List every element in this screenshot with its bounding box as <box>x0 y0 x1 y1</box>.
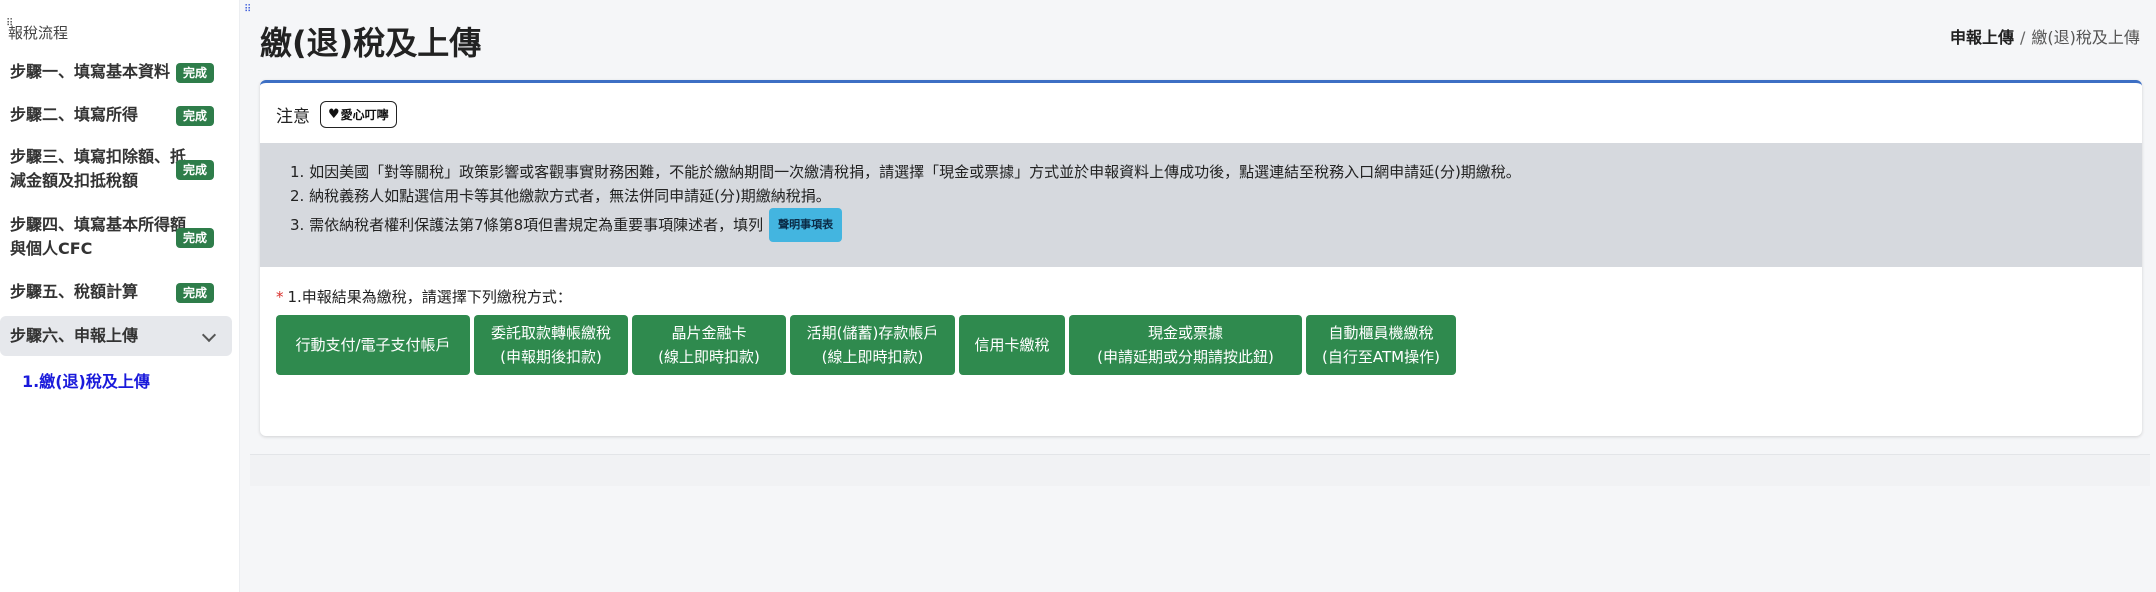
breadcrumb: 申報上傳 / 繳(退)稅及上傳 <box>1950 24 2140 48</box>
declaration-form-button[interactable]: 聲明事項表 <box>769 208 843 242</box>
button-label: 自動櫃員機繳稅 <box>1328 324 1434 342</box>
bank-transfer-button[interactable]: 委託取款轉帳繳稅 (申報期後扣款) <box>474 315 628 375</box>
breadcrumb-link-upload[interactable]: 申報上傳 <box>1950 28 2014 47</box>
payment-card: 注意 ♥ 愛心叮嚀 1. 如因美國「對等關稅」政策影響或客觀事實財務困難，不能於… <box>260 80 2142 436</box>
grip-icon[interactable]: ⠿ <box>244 4 251 15</box>
reminder-tag: ♥ 愛心叮嚀 <box>320 100 397 128</box>
notice-title: 注意 <box>276 106 310 127</box>
notice-line-3-text: 3. 需依納稅者權利保護法第7條第8項但書規定為重要事項陳述者，填列 <box>290 216 764 234</box>
question-text: 1.申報結果為繳稅，請選擇下列繳稅方式： <box>287 288 572 306</box>
breadcrumb-separator: / <box>2020 28 2026 47</box>
button-sublabel: (線上即時扣款) <box>658 348 760 366</box>
page-title: 繳(退)稅及上傳 <box>260 24 482 62</box>
button-sublabel: (自行至ATM操作) <box>1322 348 1440 366</box>
button-label: 活期(儲蓄)存款帳戶 <box>806 324 939 342</box>
notice-header: 注意 ♥ 愛心叮嚀 <box>276 99 397 129</box>
button-label: 行動支付/電子支付帳戶 <box>295 336 451 354</box>
button-sublabel: (申報期後扣款) <box>500 348 602 366</box>
deposit-account-button[interactable]: 活期(儲蓄)存款帳戶 (線上即時扣款) <box>790 315 955 375</box>
button-label: 現金或票據 <box>1147 324 1223 342</box>
notice-box: 1. 如因美國「對等關稅」政策影響或客觀事實財務困難，不能於繳納期間一次繳清稅捐… <box>260 143 2142 267</box>
button-label: 委託取款轉帳繳稅 <box>490 324 611 342</box>
chevron-down-icon <box>201 327 217 343</box>
sidebar-header: 報稅流程 <box>8 24 69 42</box>
breadcrumb-current: 繳(退)稅及上傳 <box>2031 28 2140 47</box>
button-sublabel: (線上即時扣款) <box>821 348 924 366</box>
sidebar: ⠿ 報稅流程 步驟一、填寫基本資料 完成 步驟二、填寫所得 完成 步驟三、填寫扣… <box>0 0 240 592</box>
notice-line-3: 3. 需依納稅者權利保護法第7條第8項但書規定為重要事項陳述者，填列 聲明事項表 <box>290 208 2142 242</box>
sidebar-step-6[interactable]: 步驟六、申報上傳 <box>0 316 232 356</box>
payment-method-buttons: 行動支付/電子支付帳戶 委託取款轉帳繳稅 (申報期後扣款) 晶片金融卡 (線上即… <box>276 315 1456 375</box>
payment-question: * 1.申報結果為繳稅，請選擇下列繳稅方式： <box>276 286 572 307</box>
sidebar-step-2[interactable]: 步驟二、填寫所得 完成 <box>0 103 232 127</box>
required-marker: * <box>276 288 284 306</box>
heart-icon: ♥ <box>328 106 340 122</box>
notice-line-2: 2. 納稅義務人如點選信用卡等其他繳款方式者，無法併同申請延(分)期繳納稅捐。 <box>290 187 831 205</box>
sidebar-step-4[interactable]: 步驟四、填寫基本所得額 與個人CFC 完成 <box>0 213 232 261</box>
atm-payment-button[interactable]: 自動櫃員機繳稅 (自行至ATM操作) <box>1306 315 1456 375</box>
notice-line-1: 1. 如因美國「對等關稅」政策影響或客觀事實財務困難，不能於繳納期間一次繳清稅捐… <box>290 163 1521 181</box>
reminder-tag-label: 愛心叮嚀 <box>340 107 389 122</box>
button-sublabel: (申請延期或分期請按此鈕) <box>1097 348 1274 366</box>
button-label: 信用卡繳稅 <box>974 336 1050 354</box>
credit-card-button[interactable]: 信用卡繳稅 <box>959 315 1065 375</box>
status-badge: 完成 <box>175 283 214 303</box>
footer-bar <box>250 454 2150 486</box>
sidebar-step-3[interactable]: 步驟三、填寫扣除額、抵 減金額及扣抵稅額 完成 <box>0 145 232 193</box>
status-badge: 完成 <box>175 160 214 180</box>
sidebar-subitem-payment-upload[interactable]: 1.繳(退)稅及上傳 <box>22 368 150 392</box>
status-badge: 完成 <box>175 63 214 83</box>
mobile-payment-button[interactable]: 行動支付/電子支付帳戶 <box>276 315 470 375</box>
status-badge: 完成 <box>175 228 214 248</box>
status-badge: 完成 <box>175 106 214 126</box>
chip-card-button[interactable]: 晶片金融卡 (線上即時扣款) <box>632 315 786 375</box>
button-label: 晶片金融卡 <box>671 324 747 342</box>
sidebar-step-5[interactable]: 步驟五、稅額計算 完成 <box>0 280 232 304</box>
cash-or-check-button[interactable]: 現金或票據 (申請延期或分期請按此鈕) <box>1069 315 1302 375</box>
sidebar-step-1[interactable]: 步驟一、填寫基本資料 完成 <box>0 60 232 84</box>
step-label: 步驟六、申報上傳 <box>10 326 139 345</box>
